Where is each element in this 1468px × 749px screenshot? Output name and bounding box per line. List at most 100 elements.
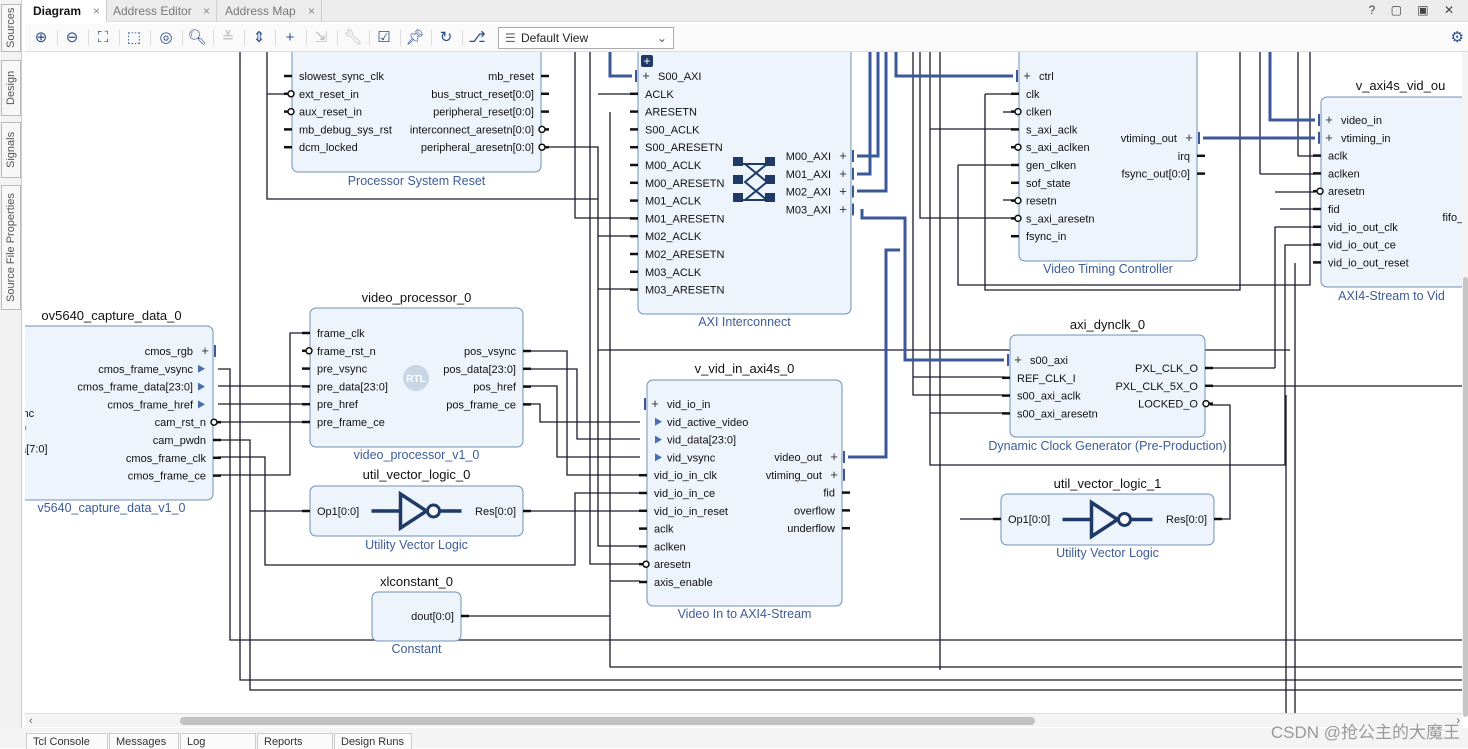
port-label: irq [1178,151,1190,163]
block-body[interactable] [1019,52,1197,261]
port-label: PXL_CLK_5X_O [1115,381,1198,393]
block-ov[interactable]: ov5640_capture_data_0v5640_capture_data_… [25,308,221,515]
port-label: s00_axi_aresetn [1017,408,1098,420]
vertical-scrollbar[interactable] [1462,52,1468,712]
tab-address-map[interactable]: Address Map× [217,0,322,22]
bus-wire[interactable] [1270,52,1315,120]
port-label: interconnect_aresetn[0:0] [410,124,534,136]
block-vout[interactable]: v_axi4s_vid_ouAXI4-Stream to Vid+video_i… [1313,78,1462,303]
block-rst[interactable]: Processor System Resetslowest_sync_clkex… [284,52,549,188]
list-icon: ☰ [505,31,516,45]
port-label: pos_data[23:0] [443,364,516,376]
zoom-in-icon[interactable]: ⊕ [30,28,52,48]
pin-autoconnect-icon[interactable]: 📌︎ [404,28,426,48]
validate-design-icon[interactable]: ☑ [373,28,395,48]
inverted-pin-icon [643,561,649,567]
expand-plus-icon[interactable]: + [839,148,847,163]
bottom-tab-reports[interactable]: Reports [257,733,333,749]
expand-plus-icon[interactable]: + [201,343,209,358]
block-vin[interactable]: v_vid_in_axi4s_0Video In to AXI4-Stream+… [639,361,850,621]
port-label: vid_io_in_clk [654,470,717,482]
port-label: ACLK [645,89,674,101]
net-wire[interactable] [523,404,640,422]
toolbar-divider [306,30,307,46]
expand-plus-icon[interactable]: + [642,68,650,83]
block-uvl1[interactable]: util_vector_logic_1Utility Vector LogicO… [993,476,1222,560]
side-tab-design[interactable]: Design [1,60,21,116]
block-vtc[interactable]: Video Timing Controller+ctrlclkclkens_ax… [1011,52,1205,276]
block-uvl0[interactable]: util_vector_logic_0Utility Vector LogicO… [302,467,531,552]
port-label: aclk [1328,151,1348,163]
expand-plus-icon[interactable]: + [1325,112,1333,127]
side-tab-sources[interactable]: Sources [1,4,21,52]
inverter-bubble-icon [1119,514,1131,526]
port-label: sof_state [1026,178,1071,190]
expand-plus-icon[interactable]: + [830,449,838,464]
expand-plus-icon[interactable]: + [1014,352,1022,367]
scrollbar-thumb[interactable] [180,717,1035,725]
tab-address-editor[interactable]: Address Editor× [105,0,217,22]
tab-diagram[interactable]: Diagram× [25,0,107,22]
gear-icon[interactable]: ⚙ [1451,28,1464,46]
bus-wire[interactable] [848,250,900,457]
block-const[interactable]: xlconstant_0Constantdout[0:0] [372,574,469,656]
toolbar-divider [213,30,214,46]
port-label: fsync_in [1026,231,1066,243]
make-external-icon[interactable]: ⇲ [310,28,332,48]
scrollbar-thumb[interactable] [1463,277,1468,717]
watermark: CSDN @抢公主的大魔王 [1271,718,1460,743]
port-label: slowest_sync_clk [299,71,384,83]
plus-icon: + [643,54,650,68]
bottom-tab-log[interactable]: Log [180,733,256,749]
expand-plus-icon[interactable]: + [1185,130,1193,145]
expand-all-icon[interactable]: ⇕ [248,28,270,48]
port-label: pre_vsync [317,364,368,376]
collapse-all-icon[interactable]: ≚ [217,28,239,48]
port-label: cam_pwdn [153,435,206,447]
scroll-left-icon[interactable]: ‹ [29,715,33,727]
bottom-tab-design-runs[interactable]: Design Runs [334,733,412,749]
port-label: aresetn [1328,186,1365,198]
zoom-out-icon[interactable]: ⊖ [61,28,83,48]
close-icon[interactable]: × [203,4,210,18]
horizontal-scrollbar[interactable]: ‹ › [25,713,1462,727]
port-label: vid_io_in_ce [654,488,715,500]
expand-plus-icon[interactable]: + [651,396,659,411]
inverted-pin-icon [1015,215,1021,221]
block-axi[interactable]: AXI Interconnect+S00_AXIACLKARESETNS00_A… [630,52,853,329]
close-icon[interactable]: × [93,4,100,18]
center-icon[interactable]: ◎ [155,28,177,48]
net-wire[interactable] [598,350,640,546]
block-ip-name: Utility Vector Logic [365,538,468,552]
block-dyn[interactable]: axi_dynclk_0Dynamic Clock Generator (Pre… [988,317,1226,453]
fit-view-icon[interactable]: ⛶ [92,28,114,48]
port-label: ARESETN [645,107,697,119]
block-vp[interactable]: video_processor_0video_processor_v1_0fra… [302,290,531,462]
expand-plus-icon[interactable]: + [1023,68,1031,83]
port-label: S00_AXI [658,71,701,83]
expand-plus-icon[interactable]: + [839,166,847,181]
search-icon[interactable]: 🔍︎ [186,28,208,48]
bottom-tab-tcl-console[interactable]: Tcl Console [26,733,108,749]
regenerate-layout-icon[interactable]: ↻ [435,28,457,48]
net-wire[interactable] [913,52,1005,395]
side-tab-source-file-properties[interactable]: Source File Properties [1,185,21,310]
close-icon[interactable]: × [308,4,315,18]
block-diagram-canvas[interactable]: Processor System Resetslowest_sync_clkex… [25,52,1462,713]
bus-wire[interactable] [610,52,632,76]
add-ip-icon[interactable]: + [279,28,301,48]
side-tab-signals[interactable]: Signals [1,122,21,178]
expand-plus-icon[interactable]: + [839,184,847,199]
optimize-routing-icon[interactable]: ⎇ [466,28,488,48]
window-buttons[interactable]: ? ▢ ▣ ✕ [1369,3,1460,17]
bus-wire[interactable] [857,52,878,156]
expand-plus-icon[interactable]: + [830,467,838,482]
properties-wrench-icon[interactable]: 🔧︎ [342,28,364,48]
zoom-area-icon[interactable]: ⬚ [123,28,145,48]
inverted-pin-icon [1015,109,1021,115]
port-label: overflow [794,505,835,517]
bottom-tab-messages[interactable]: Messages [109,733,179,749]
expand-plus-icon[interactable]: + [839,201,847,216]
view-select[interactable]: ☰ Default View ⌄ [498,27,674,49]
expand-plus-icon[interactable]: + [1325,130,1333,145]
